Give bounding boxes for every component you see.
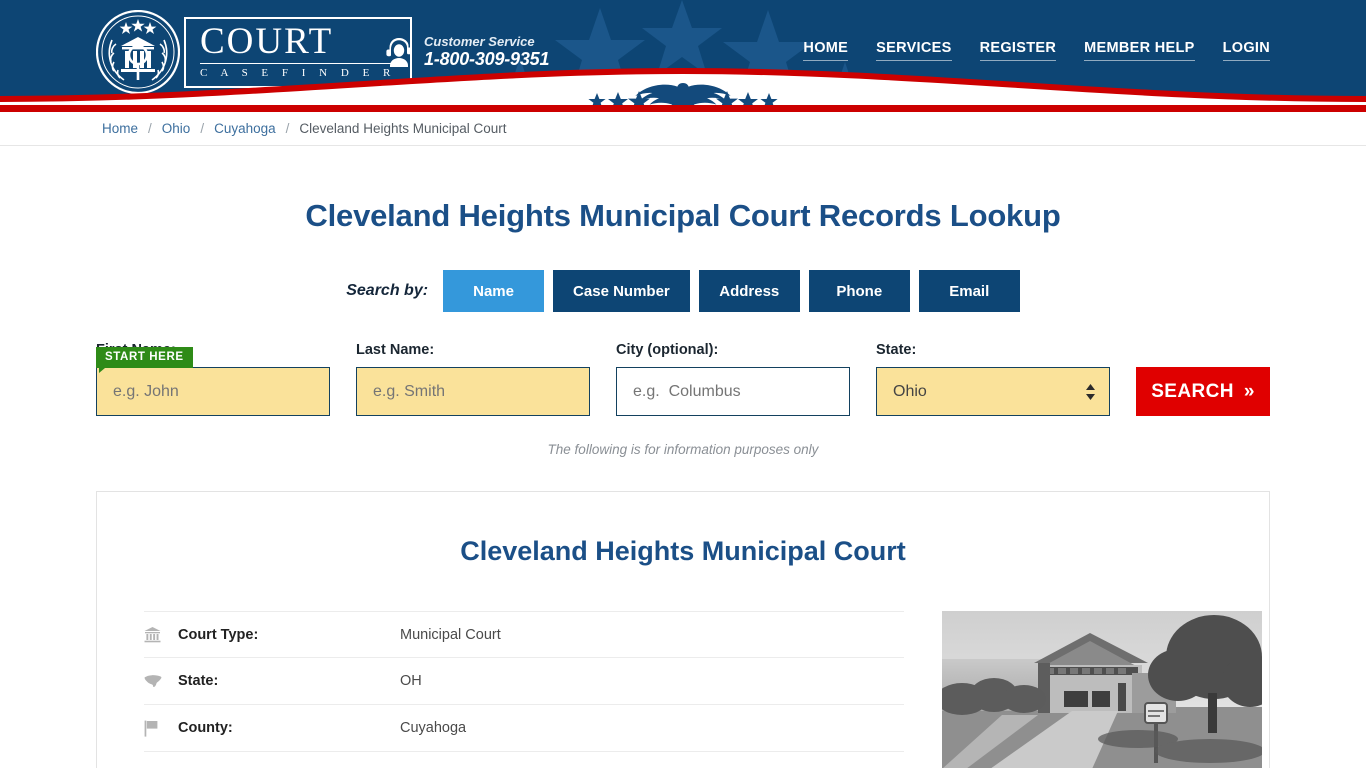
logo-subtitle: C A S E F I N D E R	[200, 62, 396, 79]
state-select-value: Ohio	[893, 382, 927, 400]
row-label: Court Type:	[178, 626, 259, 643]
eagle-icon	[588, 83, 778, 105]
tab-case-number[interactable]: Case Number	[553, 270, 690, 312]
first-name-input[interactable]	[96, 367, 330, 416]
page-title: Cleveland Heights Municipal Court Record…	[305, 198, 1061, 233]
city-label: City (optional):	[616, 342, 719, 358]
headset-support-icon	[384, 36, 414, 68]
search-type-tabs: Search by: Name Case Number Address Phon…	[0, 270, 1366, 312]
breadcrumb: Home / Ohio / Cuyahoga / Cleveland Heigh…	[0, 112, 1366, 146]
court-detail-card: Cleveland Heights Municipal Court Court …	[96, 491, 1270, 768]
breadcrumb-item-cuyahoga[interactable]: Cuyahoga	[214, 121, 276, 136]
court-detail-body: Court Type: Municipal Court State: OH Co…	[97, 611, 1269, 768]
customer-service-label: Customer Service	[424, 34, 535, 49]
city-input[interactable]	[616, 367, 850, 416]
last-name-input[interactable]	[356, 367, 590, 416]
nav-item-services[interactable]: SERVICES	[876, 40, 952, 61]
search-button[interactable]: SEARCH »	[1136, 367, 1270, 416]
breadcrumb-item-ohio[interactable]: Ohio	[162, 121, 191, 136]
state-group: State: Ohio	[876, 342, 1110, 416]
row-value: Cuyahoga	[400, 720, 467, 736]
logo-wordmark: COURT C A S E F I N D E R	[184, 16, 412, 88]
nav-item-member-help[interactable]: MEMBER HELP	[1084, 40, 1195, 61]
site-header: COURT C A S E F I N D E R Customer Servi…	[0, 0, 1366, 105]
tab-email[interactable]: Email	[918, 270, 1020, 312]
breadcrumb-item-current: Cleveland Heights Municipal Court	[299, 121, 507, 136]
table-row: State: OH	[144, 658, 904, 705]
main-navigation: HOME SERVICES REGISTER MEMBER HELP LOGIN	[803, 40, 1270, 61]
nav-item-home[interactable]: HOME	[803, 40, 849, 61]
double-chevron-right-icon: »	[1243, 380, 1255, 402]
court-name-heading: Cleveland Heights Municipal Court	[460, 536, 906, 566]
tab-address[interactable]: Address	[698, 270, 800, 312]
nav-item-register[interactable]: REGISTER	[979, 40, 1057, 61]
search-form: START HERE First Name: Last Name: City (…	[96, 342, 1270, 416]
last-name-group: Last Name:	[356, 342, 590, 416]
state-select[interactable]: Ohio	[876, 367, 1110, 416]
info-purposes-note: The following is for information purpose…	[547, 442, 819, 457]
start-here-badge: START HERE	[96, 347, 193, 373]
breadcrumb-separator: /	[200, 121, 205, 136]
search-by-label: Search by:	[346, 282, 429, 299]
courthouse-photo	[942, 611, 1262, 768]
court-emblem-icon	[95, 9, 181, 95]
row-value: Municipal Court	[400, 626, 501, 643]
customer-service-phone[interactable]: 1-800-309-9351	[424, 49, 550, 70]
chevron-updown-icon	[1085, 383, 1096, 401]
site-logo[interactable]: COURT C A S E F I N D E R	[95, 9, 412, 95]
search-button-label: SEARCH	[1151, 380, 1234, 402]
tab-phone[interactable]: Phone	[808, 270, 910, 312]
header-red-rule	[0, 105, 1366, 112]
logo-word: COURT	[200, 20, 334, 62]
tab-name[interactable]: Name	[443, 270, 545, 312]
breadcrumb-separator: /	[148, 121, 152, 136]
bank-icon	[144, 626, 178, 643]
last-name-label: Last Name:	[356, 342, 435, 358]
page-content: Cleveland Heights Municipal Court Record…	[0, 198, 1366, 768]
usa-map-icon	[144, 674, 178, 689]
breadcrumb-separator: /	[285, 121, 290, 136]
breadcrumb-item-home[interactable]: Home	[102, 121, 138, 136]
row-label: County:	[178, 720, 233, 736]
state-label: State:	[876, 342, 917, 358]
search-fields-row: First Name: Last Name: City (optional): …	[96, 342, 1270, 416]
nav-item-login[interactable]: LOGIN	[1222, 40, 1270, 61]
table-row: Court Type: Municipal Court	[144, 611, 904, 658]
flag-icon	[144, 720, 178, 737]
table-row: County: Cuyahoga	[144, 705, 904, 752]
row-value: OH	[400, 673, 422, 689]
row-label: State:	[178, 673, 219, 689]
customer-service-block: Customer Service 1-800-309-9351	[384, 34, 550, 70]
city-group: City (optional):	[616, 342, 850, 416]
court-info-table: Court Type: Municipal Court State: OH Co…	[144, 611, 904, 768]
